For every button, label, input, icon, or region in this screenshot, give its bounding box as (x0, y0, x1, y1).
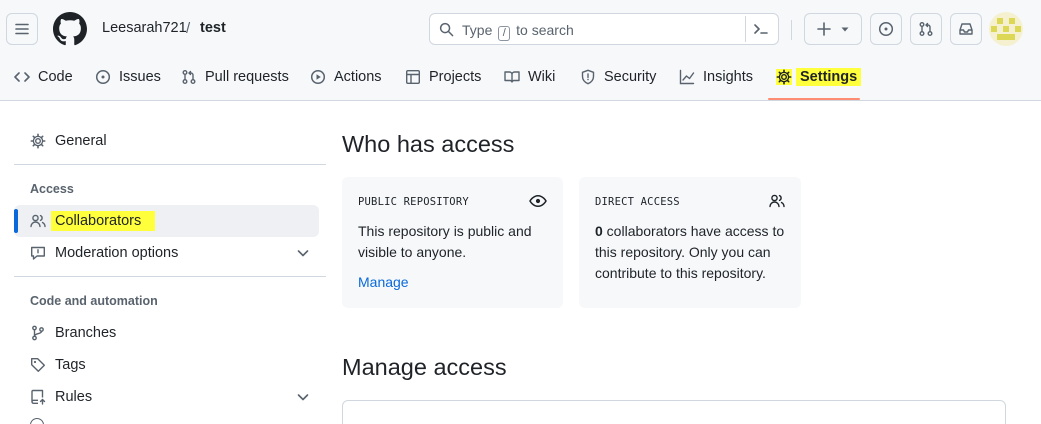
tab-issues[interactable]: Issues (95, 60, 161, 94)
search-icon (439, 22, 454, 37)
chevron-down-icon[interactable] (296, 390, 310, 404)
play-icon (310, 69, 326, 85)
search-placeholder: Type / to search (462, 22, 574, 41)
tab-pull-requests[interactable]: Pull requests (181, 60, 289, 94)
public-card-description: This repository is public and visible to… (358, 223, 532, 260)
breadcrumb-repo[interactable]: test (200, 20, 226, 36)
gear-icon (30, 133, 46, 149)
tag-icon (30, 357, 46, 373)
people-icon (30, 213, 46, 229)
create-new-button[interactable] (804, 13, 862, 45)
sidebar-item-rules[interactable]: Rules (30, 382, 92, 412)
book-icon (504, 69, 520, 85)
your-issues-button[interactable] (870, 13, 902, 45)
sidebar-heading-access: Access (30, 182, 74, 196)
tab-wiki[interactable]: Wiki (504, 60, 555, 94)
breadcrumb-owner[interactable]: Leesarah721 (102, 20, 187, 36)
sidebar-heading-code-automation: Code and automation (30, 294, 158, 308)
public-repository-card: PUBLIC REPOSITORY This repository is pub… (342, 177, 563, 308)
code-icon (14, 69, 30, 85)
git-pull-request-icon (918, 21, 934, 37)
hamburger-icon (14, 21, 30, 37)
gear-icon (776, 69, 792, 85)
search-input[interactable]: Type / to search (429, 13, 779, 45)
active-tab-underline (768, 98, 860, 100)
tab-settings[interactable]: Settings (776, 60, 862, 94)
git-branch-icon (30, 325, 46, 341)
repo-push-icon (30, 389, 46, 405)
plus-icon (816, 21, 832, 37)
manage-access-title: Manage access (342, 354, 507, 380)
issue-opened-icon (878, 21, 894, 37)
git-pull-request-icon (181, 69, 197, 85)
github-logo-icon[interactable] (53, 12, 87, 46)
sidebar-item-branches[interactable]: Branches (30, 318, 116, 348)
breadcrumb-separator: / (186, 20, 191, 37)
page-title: Who has access (342, 131, 515, 157)
command-palette-icon[interactable] (752, 21, 770, 37)
eye-icon (529, 193, 547, 209)
graph-icon (679, 69, 695, 85)
slash-key-hint: / (498, 26, 511, 41)
notifications-button[interactable] (950, 13, 982, 45)
sidebar-item-tags[interactable]: Tags (30, 350, 86, 380)
report-icon (30, 245, 46, 261)
tab-code[interactable]: Code (14, 60, 73, 94)
table-icon (405, 69, 421, 85)
chevron-down-icon[interactable] (296, 246, 310, 260)
sidebar-item-moderation[interactable]: Moderation options (30, 238, 178, 268)
direct-access-card: DIRECT ACCESS 0 collaborators have acces… (579, 177, 801, 308)
collaborator-count: 0 (595, 223, 603, 239)
tab-security[interactable]: Security (580, 60, 656, 94)
people-icon (769, 193, 785, 209)
global-header: Leesarah721 / test Type / to search Code… (0, 0, 1041, 101)
manage-visibility-link[interactable]: Manage (358, 274, 409, 290)
sidebar-item-general[interactable]: General (30, 126, 107, 156)
avatar[interactable] (989, 12, 1023, 46)
tab-projects[interactable]: Projects (405, 60, 481, 94)
inbox-icon (958, 21, 974, 37)
issue-opened-icon (95, 69, 111, 85)
sidebar-item-collaborators[interactable]: Collaborators (30, 206, 156, 236)
your-pull-requests-button[interactable] (910, 13, 942, 45)
tab-actions[interactable]: Actions (310, 60, 382, 94)
caret-down-icon (840, 24, 850, 34)
direct-access-description: 0 collaborators have access to this repo… (595, 223, 785, 281)
shield-icon (580, 69, 596, 85)
menu-button[interactable] (6, 13, 38, 45)
sidebar-active-indicator (14, 209, 18, 233)
tab-insights[interactable]: Insights (679, 60, 753, 94)
manage-access-panel (342, 400, 1006, 424)
partial-icon (30, 418, 44, 424)
